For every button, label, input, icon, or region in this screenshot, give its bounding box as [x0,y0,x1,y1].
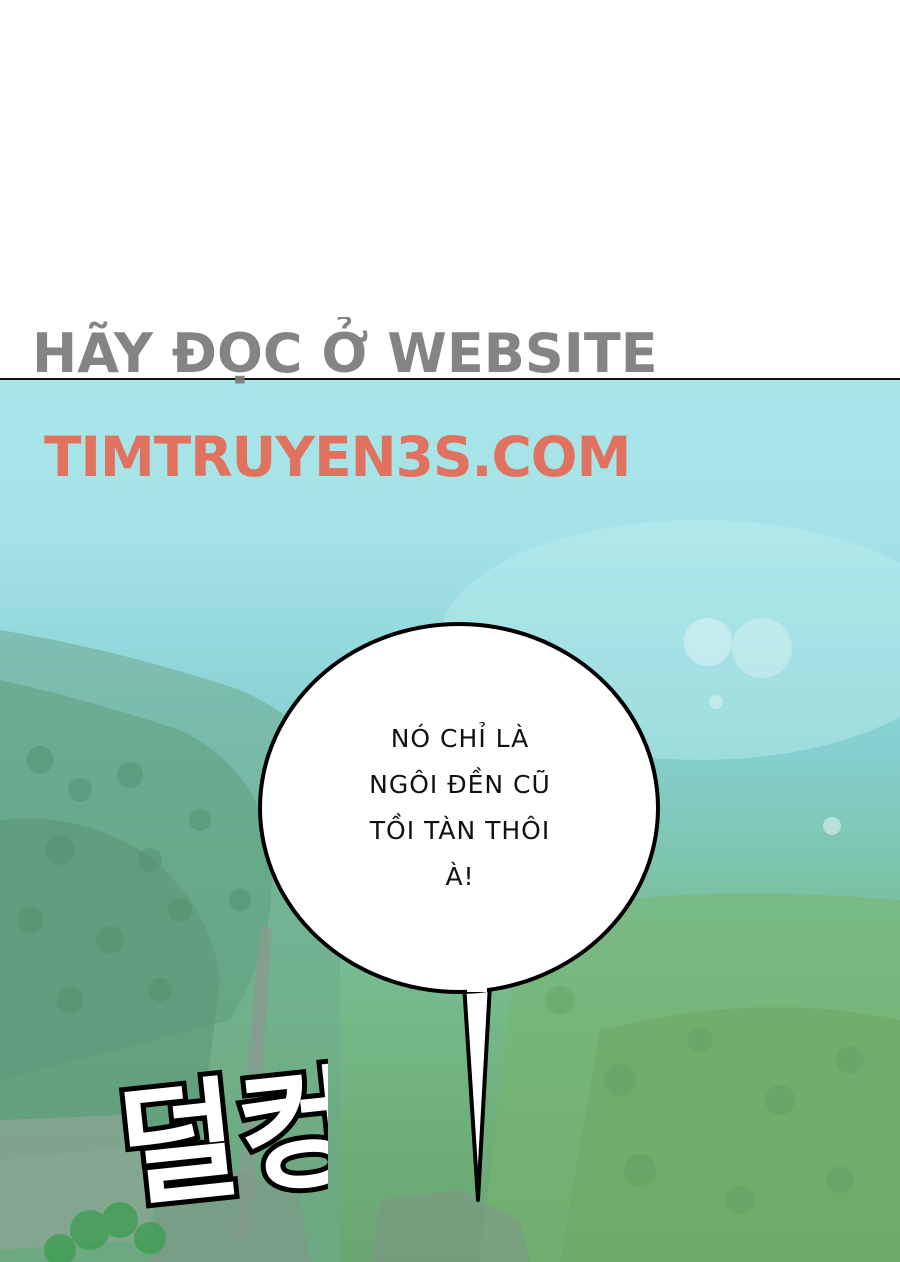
speech-bubble-text: NÓ CHỈ LÀ NGÔI ĐỀN CŨ TỒI TÀN THÔI À! [320,716,600,900]
speech-line-3: TỒI TÀN THÔI [369,816,551,845]
comic-page: HÃY ĐỌC Ở WEBSITE TIMTRUYEN3S.COM NÓ CHỈ… [0,0,900,1262]
sound-effect-lettering: 덜컹 [108,1045,328,1225]
sound-effect-text: 덜컹 [112,1050,328,1225]
speech-line-1: NÓ CHỈ LÀ [390,724,530,753]
speech-line-2: NGÔI ĐỀN CŨ [369,770,551,799]
speech-line-4: À! [445,862,475,891]
